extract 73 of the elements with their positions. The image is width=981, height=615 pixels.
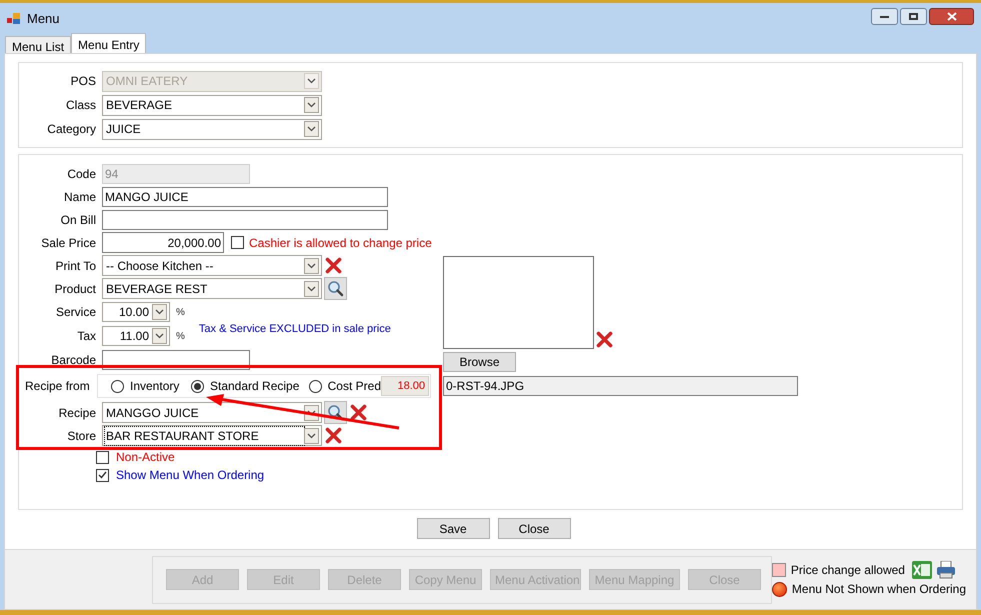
minimize-button[interactable] bbox=[871, 8, 898, 25]
search-button[interactable] bbox=[324, 277, 347, 300]
text-field[interactable] bbox=[102, 210, 388, 230]
chevron-down-icon bbox=[155, 333, 164, 339]
app-icon bbox=[7, 12, 21, 24]
minimize-icon bbox=[880, 16, 889, 18]
number-field[interactable]: 10.00 bbox=[102, 302, 170, 322]
chevron-down-icon bbox=[307, 78, 316, 84]
field-label: Product bbox=[54, 282, 96, 296]
text-field[interactable]: 20,000.00 bbox=[102, 232, 224, 253]
chevron-down-icon bbox=[307, 102, 316, 108]
printer-icon[interactable] bbox=[936, 561, 956, 579]
chevron-down-icon bbox=[307, 410, 316, 416]
chevron-down-icon bbox=[307, 286, 316, 292]
text-field[interactable]: MANGO JUICE bbox=[102, 186, 388, 206]
field-label: Tax bbox=[77, 329, 96, 343]
tab[interactable]: Menu List bbox=[5, 36, 72, 53]
radio-button[interactable]: Inventory bbox=[111, 377, 191, 395]
dropdown[interactable]: JUICE bbox=[102, 118, 322, 140]
field-label: Print To bbox=[56, 258, 96, 272]
close-button[interactable] bbox=[929, 8, 974, 25]
close-icon bbox=[946, 12, 956, 21]
field-label: Barcode bbox=[51, 352, 96, 366]
file-name-field: 0-RST-94.JPG bbox=[443, 376, 798, 396]
percent-sign: % bbox=[176, 306, 185, 320]
number-field[interactable]: 11.00 bbox=[102, 326, 170, 346]
search-icon bbox=[327, 280, 344, 297]
field-label: POS bbox=[70, 74, 96, 88]
checkbox-label: Cashier is allowed to change price bbox=[249, 234, 432, 252]
radio-button[interactable]: Cost Pred bbox=[309, 377, 381, 395]
chevron-down-icon bbox=[307, 432, 316, 438]
percent-sign: % bbox=[176, 330, 185, 344]
checkbox[interactable] bbox=[96, 450, 109, 464]
legend-label: Menu Not Shown when Ordering bbox=[792, 581, 966, 598]
field-label: Service bbox=[56, 305, 96, 319]
maximize-button[interactable] bbox=[900, 8, 927, 25]
tab[interactable]: Menu Entry bbox=[71, 33, 146, 53]
field-label: Recipe bbox=[58, 406, 96, 420]
checkbox-label: Show Menu When Ordering bbox=[116, 467, 264, 484]
field-label: Category bbox=[47, 122, 96, 136]
checkbox[interactable] bbox=[231, 236, 244, 249]
field-label: Sale Price bbox=[41, 236, 96, 250]
cost-field: 18.00 bbox=[381, 376, 429, 396]
dropdown[interactable]: BEVERAGE REST bbox=[102, 278, 322, 299]
dropdown[interactable]: BAR RESTAURANT STORE bbox=[102, 425, 322, 446]
field-label: Code bbox=[67, 166, 96, 180]
field-label: Store bbox=[67, 428, 96, 442]
close-icon[interactable] bbox=[325, 427, 342, 444]
checkbox-label: Non-Active bbox=[116, 449, 175, 466]
note-text: Tax & Service EXCLUDED in sale price bbox=[198, 322, 391, 337]
window-title: Menu bbox=[27, 10, 60, 28]
field-label: Name bbox=[64, 190, 96, 204]
spreadsheet-icon[interactable] bbox=[912, 561, 932, 579]
close-icon[interactable] bbox=[596, 331, 613, 348]
checkbox[interactable] bbox=[96, 468, 109, 482]
maximize-icon bbox=[909, 13, 918, 20]
field-label: Class bbox=[66, 98, 96, 112]
chevron-down-icon bbox=[307, 262, 316, 268]
chevron-down-icon bbox=[307, 126, 316, 132]
radio-button[interactable]: Standard Recipe bbox=[191, 377, 309, 395]
dropdown[interactable]: MANGGO JUICE bbox=[102, 402, 322, 423]
legend-label: Price change allowed bbox=[790, 562, 905, 579]
legend-swatch bbox=[772, 563, 786, 577]
field-label: Recipe from bbox=[25, 379, 90, 393]
close-icon[interactable] bbox=[325, 257, 342, 274]
action-button[interactable]: Save bbox=[416, 518, 490, 539]
dropdown[interactable]: -- Choose Kitchen -- bbox=[102, 255, 322, 276]
browse-button[interactable]: Browse bbox=[443, 352, 516, 372]
close-icon[interactable] bbox=[350, 404, 367, 421]
action-button[interactable]: Close bbox=[498, 518, 570, 539]
chevron-down-icon bbox=[155, 309, 164, 315]
field-label: On Bill bbox=[60, 212, 96, 226]
dropdown[interactable]: BEVERAGE bbox=[102, 94, 322, 116]
